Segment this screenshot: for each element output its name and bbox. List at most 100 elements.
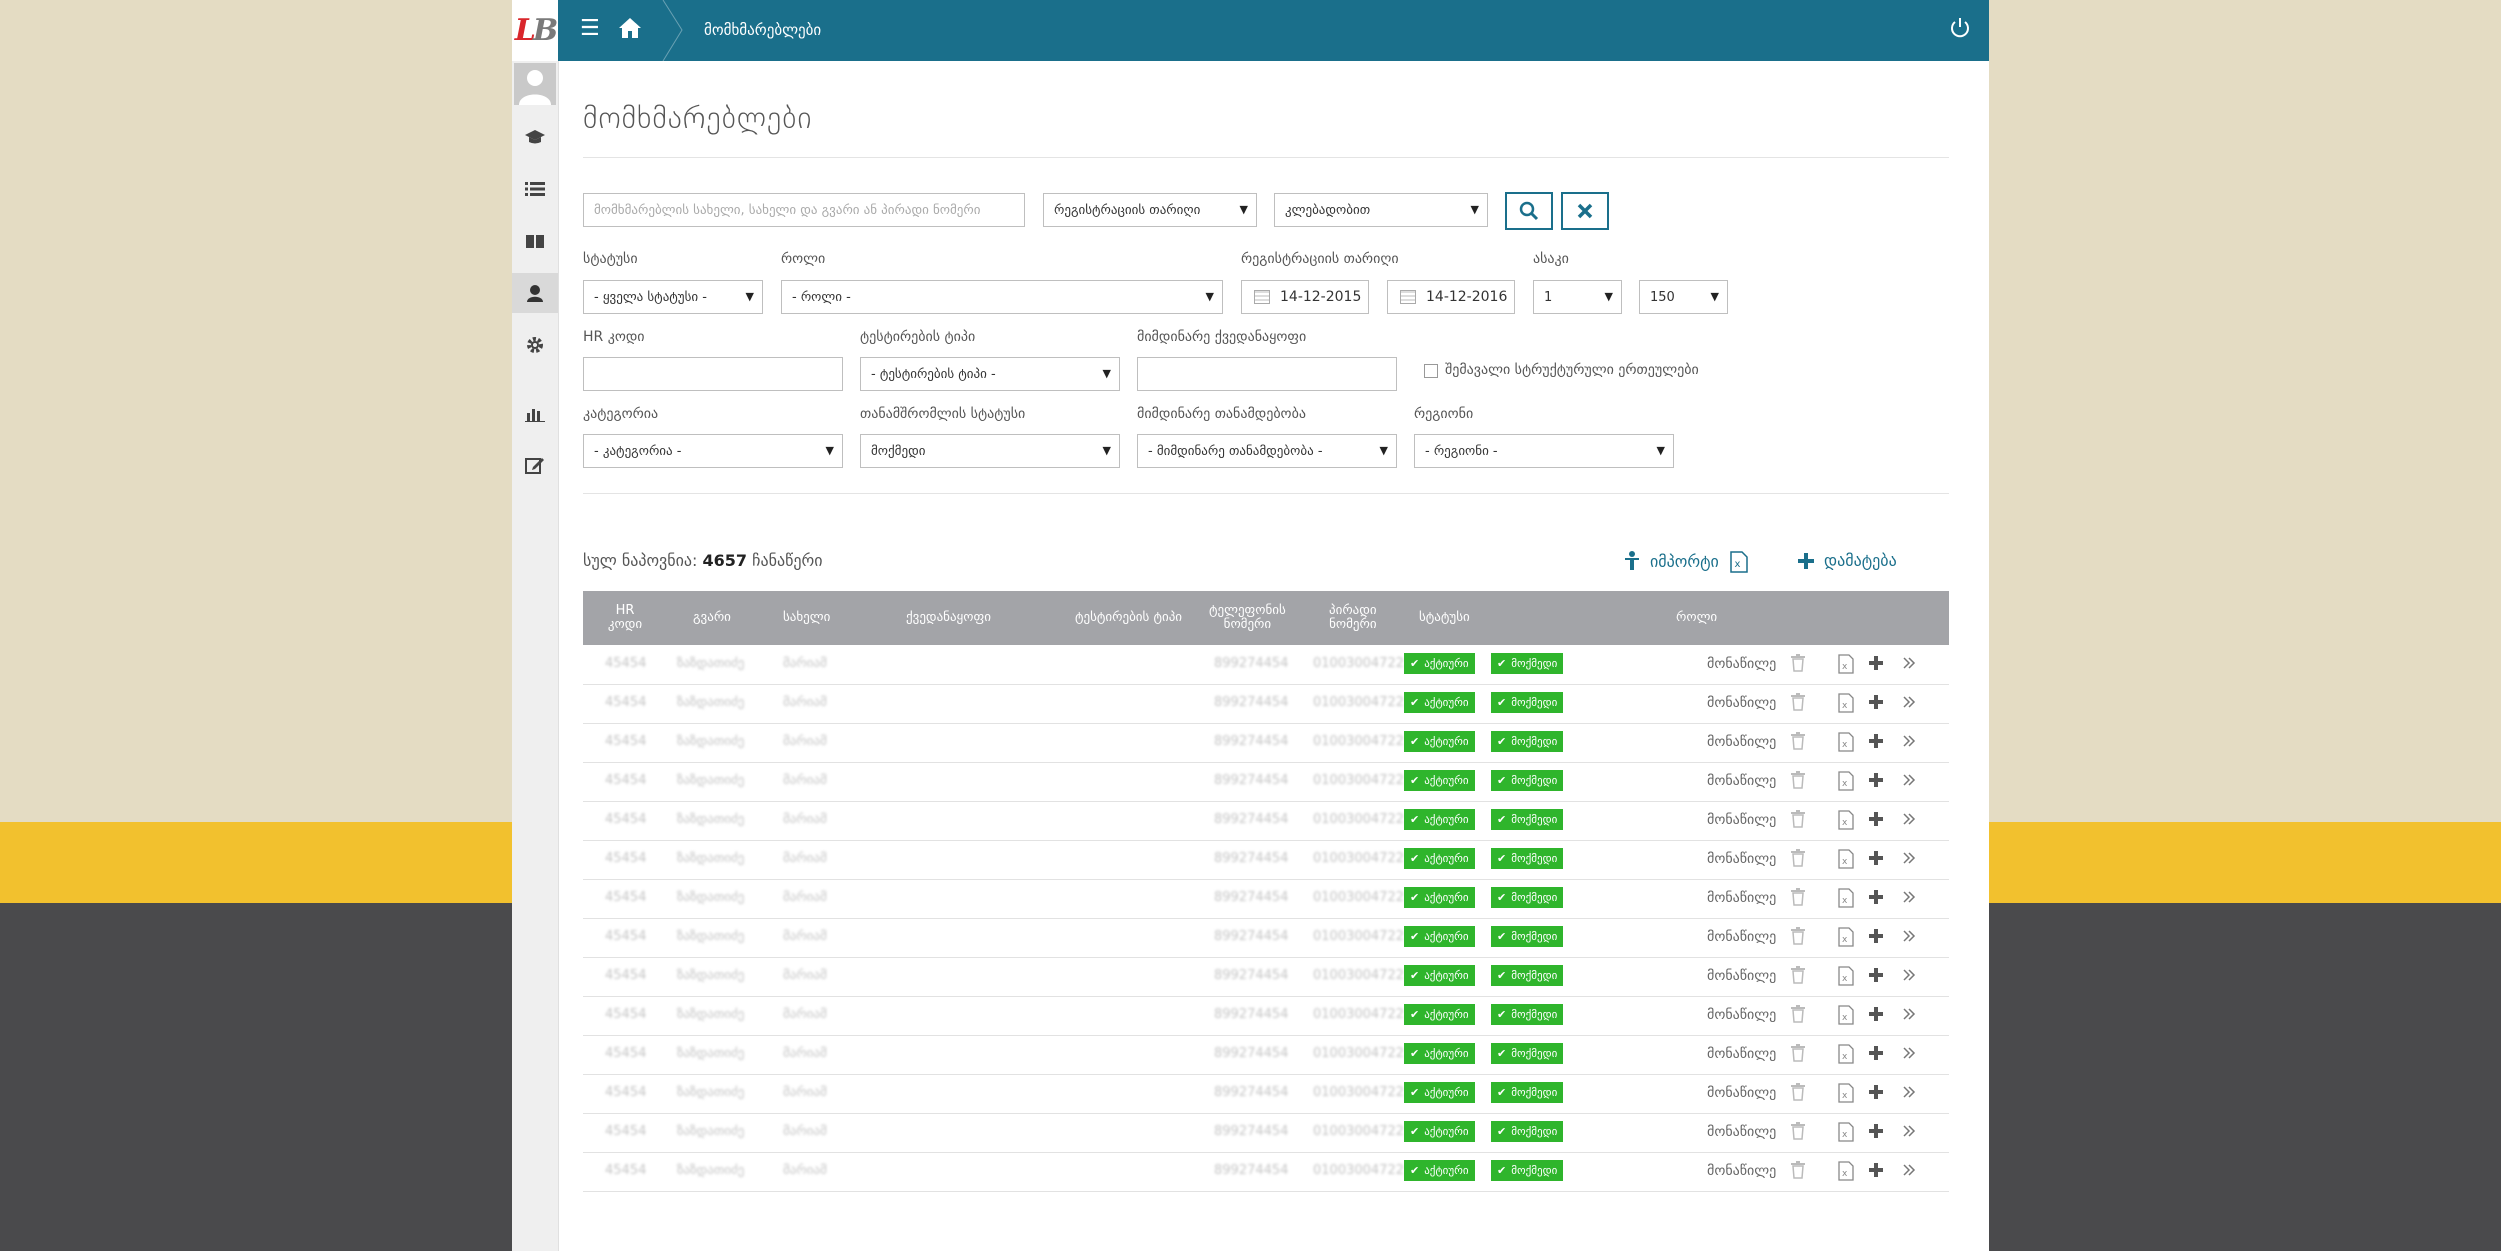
plus-icon[interactable] [1869, 889, 1883, 908]
edit-icon[interactable] [512, 445, 558, 485]
employee-status-select[interactable]: მოქმედი ▼ [860, 434, 1120, 468]
plus-icon[interactable] [1869, 1006, 1883, 1025]
current-position-select[interactable]: - მიმდინარე თანამდებობა - ▼ [1137, 434, 1397, 468]
gear-icon[interactable] [512, 325, 558, 365]
date-from-input[interactable]: 14-12-2015 [1241, 280, 1369, 314]
export-excel-button[interactable]: x [1730, 551, 1748, 573]
status-badge-valid[interactable]: ✔ მოქმედი [1491, 809, 1564, 830]
region-select[interactable]: - რეგიონი - ▼ [1414, 434, 1674, 468]
breadcrumb-current[interactable]: მომხმარებლები [704, 21, 821, 39]
col-hr-code[interactable]: HR კოდი [605, 591, 645, 645]
book-icon[interactable] [512, 221, 558, 261]
trash-icon[interactable] [1791, 771, 1805, 793]
trash-icon[interactable] [1791, 732, 1805, 754]
double-chevron-right-icon[interactable] [1902, 967, 1916, 986]
status-badge-valid[interactable]: ✔ მოქმედი [1491, 770, 1564, 791]
excel-icon[interactable]: x [1838, 1083, 1854, 1107]
trash-icon[interactable] [1791, 810, 1805, 832]
category-select[interactable]: - კატეგორია - ▼ [583, 434, 843, 468]
double-chevron-right-icon[interactable] [1902, 1045, 1916, 1064]
status-badge-valid[interactable]: ✔ მოქმედი [1491, 965, 1564, 986]
status-badge-active[interactable]: ✔ აქტიური [1404, 770, 1475, 791]
col-unit[interactable]: ქვედანაყოფი [906, 591, 991, 645]
trash-icon[interactable] [1791, 966, 1805, 988]
plus-icon[interactable] [1869, 850, 1883, 869]
excel-icon[interactable]: x [1838, 927, 1854, 951]
double-chevron-right-icon[interactable] [1902, 655, 1916, 674]
plus-icon[interactable] [1869, 772, 1883, 791]
double-chevron-right-icon[interactable] [1902, 1162, 1916, 1181]
status-badge-valid[interactable]: ✔ მოქმედი [1491, 692, 1564, 713]
trash-icon[interactable] [1791, 849, 1805, 871]
excel-icon[interactable]: x [1838, 771, 1854, 795]
table-row[interactable]: 45454 ზაზდათიძე მარიამ 899274454 01003004722… [583, 723, 1949, 763]
bar-chart-icon[interactable] [512, 393, 558, 433]
sort-field-select[interactable]: რეგისტრაციის თარიღი ▼ [1043, 193, 1257, 227]
trash-icon[interactable] [1791, 654, 1805, 676]
table-row[interactable]: 45454 ზაზდათიძე მარიამ 899274454 01003004722… [583, 1074, 1949, 1114]
col-surname[interactable]: გვარი [693, 591, 731, 645]
excel-icon[interactable]: x [1838, 1005, 1854, 1029]
status-badge-active[interactable]: ✔ აქტიური [1404, 809, 1475, 830]
plus-icon[interactable] [1869, 1162, 1883, 1181]
table-row[interactable]: 45454 ზაზდათიძე მარიამ 899274454 01003004722… [583, 957, 1949, 997]
status-badge-active[interactable]: ✔ აქტიური [1404, 653, 1475, 674]
excel-icon[interactable]: x [1838, 732, 1854, 756]
double-chevron-right-icon[interactable] [1902, 694, 1916, 713]
double-chevron-right-icon[interactable] [1902, 1084, 1916, 1103]
col-role[interactable]: როლი [1676, 591, 1717, 645]
age-from-select[interactable]: 1 ▼ [1533, 280, 1622, 314]
include-substructures-checkbox[interactable] [1424, 364, 1438, 378]
home-icon[interactable] [618, 16, 642, 44]
excel-icon[interactable]: x [1838, 693, 1854, 717]
excel-icon[interactable]: x [1838, 1161, 1854, 1185]
graduation-cap-icon[interactable] [512, 117, 558, 157]
plus-icon[interactable] [1869, 694, 1883, 713]
search-button[interactable] [1505, 192, 1553, 230]
excel-icon[interactable]: x [1838, 888, 1854, 912]
table-row[interactable]: 45454 ზაზდათიძე მარიამ 899274454 01003004722… [583, 918, 1949, 958]
double-chevron-right-icon[interactable] [1902, 1006, 1916, 1025]
trash-icon[interactable] [1791, 693, 1805, 715]
trash-icon[interactable] [1791, 1122, 1805, 1144]
plus-icon[interactable] [1869, 1123, 1883, 1142]
table-row[interactable]: 45454 ზაზდათიძე მარიამ 899274454 01003004722… [583, 1035, 1949, 1075]
col-testing-type[interactable]: ტესტირების ტიპი [1075, 591, 1182, 645]
status-badge-valid[interactable]: ✔ მოქმედი [1491, 1082, 1564, 1103]
double-chevron-right-icon[interactable] [1902, 850, 1916, 869]
status-badge-valid[interactable]: ✔ მოქმედი [1491, 1160, 1564, 1181]
double-chevron-right-icon[interactable] [1902, 1123, 1916, 1142]
status-badge-active[interactable]: ✔ აქტიური [1404, 731, 1475, 752]
search-input[interactable] [583, 193, 1025, 227]
avatar[interactable] [514, 63, 556, 105]
clear-button[interactable] [1561, 192, 1609, 230]
status-badge-active[interactable]: ✔ აქტიური [1404, 965, 1475, 986]
sort-order-select[interactable]: კლებადობით ▼ [1274, 193, 1488, 227]
plus-icon[interactable] [1869, 967, 1883, 986]
double-chevron-right-icon[interactable] [1902, 928, 1916, 947]
testing-type-select[interactable]: - ტესტირების ტიპი - ▼ [860, 357, 1120, 391]
trash-icon[interactable] [1791, 1161, 1805, 1183]
trash-icon[interactable] [1791, 1005, 1805, 1027]
trash-icon[interactable] [1791, 1083, 1805, 1105]
status-badge-valid[interactable]: ✔ მოქმედი [1491, 1004, 1564, 1025]
excel-icon[interactable]: x [1838, 654, 1854, 678]
table-row[interactable]: 45454 ზაზდათიძე მარიამ 899274454 01003004722… [583, 801, 1949, 841]
trash-icon[interactable] [1791, 1044, 1805, 1066]
status-badge-valid[interactable]: ✔ მოქმედი [1491, 848, 1564, 869]
table-row[interactable]: 45454 ზაზდათიძე მარიამ 899274454 01003004722… [583, 1152, 1949, 1192]
power-icon[interactable] [1949, 17, 1971, 43]
add-button[interactable]: დამატება [1798, 551, 1897, 570]
date-to-input[interactable]: 14-12-2016 [1387, 280, 1515, 314]
status-badge-valid[interactable]: ✔ მოქმედი [1491, 1043, 1564, 1064]
excel-icon[interactable]: x [1838, 1044, 1854, 1068]
status-select[interactable]: - ყველა სტატუსი - ▼ [583, 280, 763, 314]
double-chevron-right-icon[interactable] [1902, 733, 1916, 752]
status-badge-active[interactable]: ✔ აქტიური [1404, 887, 1475, 908]
list-icon[interactable] [512, 169, 558, 209]
status-badge-active[interactable]: ✔ აქტიური [1404, 848, 1475, 869]
double-chevron-right-icon[interactable] [1902, 889, 1916, 908]
plus-icon[interactable] [1869, 655, 1883, 674]
table-row[interactable]: 45454 ზაზდათიძე მარიამ 899274454 01003004722… [583, 879, 1949, 919]
table-row[interactable]: 45454 ზაზდათიძე მარიამ 899274454 01003004722… [583, 684, 1949, 724]
